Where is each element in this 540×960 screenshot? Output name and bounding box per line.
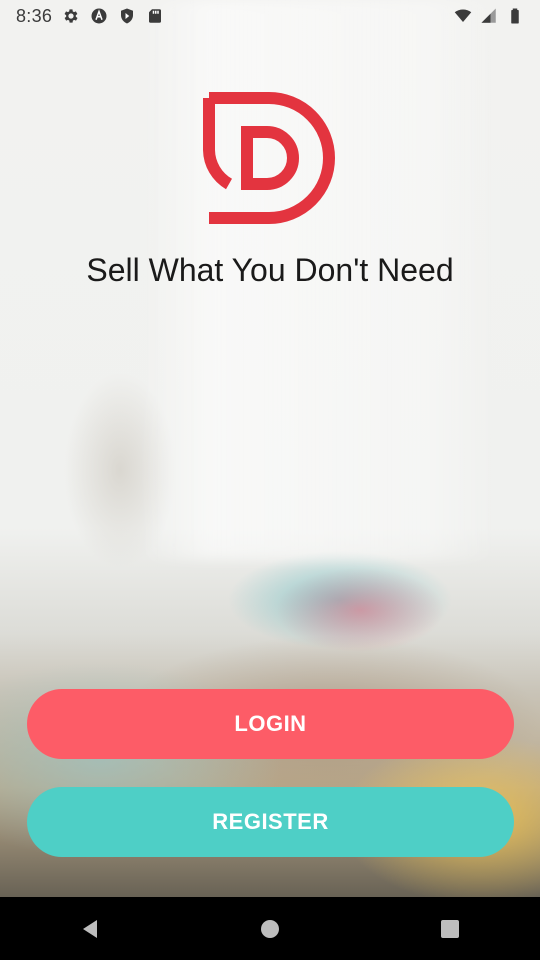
status-bar: 8:36	[0, 0, 540, 32]
notification-icons	[62, 7, 164, 25]
recents-button[interactable]	[420, 897, 480, 960]
recents-icon	[441, 919, 459, 938]
sd-card-icon	[149, 9, 162, 23]
login-button[interactable]: LOGIN	[27, 689, 514, 759]
d-logo-icon	[203, 92, 335, 224]
back-icon	[83, 919, 97, 938]
gear-icon	[64, 9, 78, 23]
status-left: 8:36	[16, 6, 164, 27]
wifi-icon	[454, 9, 472, 22]
shield-play-icon	[121, 8, 134, 24]
home-button[interactable]	[240, 897, 300, 960]
system-icons	[454, 7, 524, 25]
back-button[interactable]	[60, 897, 120, 960]
register-button[interactable]: REGISTER	[27, 787, 514, 857]
a-icon	[91, 8, 107, 24]
tagline: Sell What You Don't Need	[86, 252, 454, 288]
home-icon	[261, 919, 279, 938]
battery-icon	[511, 8, 519, 24]
navigation-bar	[0, 897, 540, 960]
signal-icon	[481, 8, 496, 23]
status-time: 8:36	[16, 5, 53, 26]
welcome-screen: 8:36 Sell What You Don't Need LOGIN REGI…	[0, 0, 540, 960]
